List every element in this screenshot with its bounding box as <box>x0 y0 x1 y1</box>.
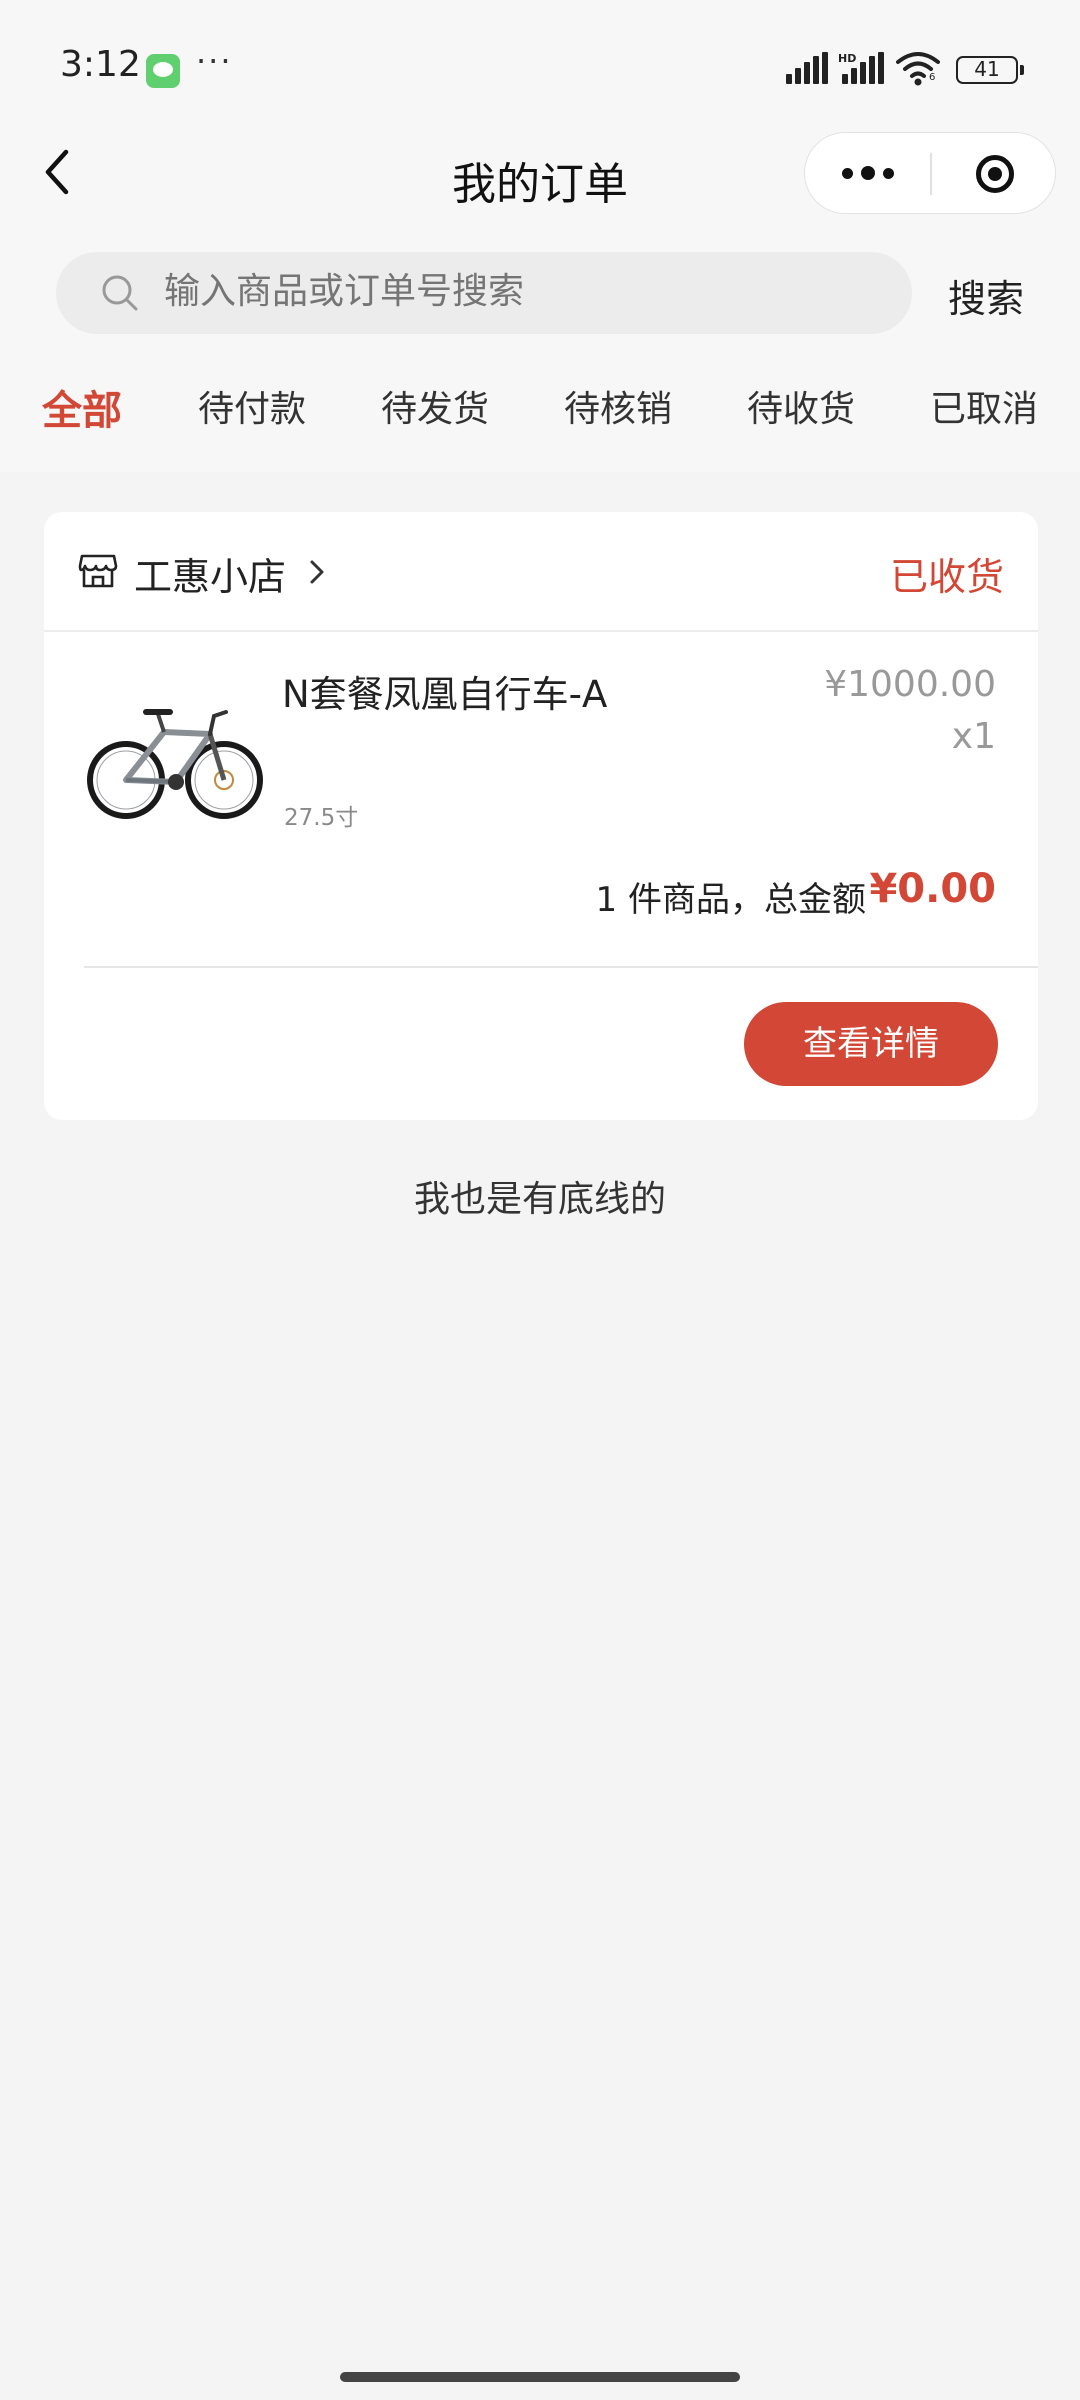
product-spec: 27.5寸 <box>284 805 359 831</box>
divider <box>44 630 1038 632</box>
close-miniprogram-button[interactable] <box>932 133 1056 213</box>
search-bar[interactable] <box>56 252 912 334</box>
tab-pending-payment[interactable]: 待付款 <box>198 380 306 432</box>
order-tabs: 全部 待付款 待发货 待核销 待收货 已取消 <box>0 380 1080 440</box>
order-status-badge: 已收货 <box>889 555 1004 599</box>
target-icon <box>976 155 1014 193</box>
tab-all[interactable]: 全部 <box>42 378 122 436</box>
status-time: 3:12 <box>60 44 141 85</box>
tab-pending-verification[interactable]: 待核销 <box>564 380 672 432</box>
view-details-button[interactable]: 查看详情 <box>744 1002 998 1086</box>
tab-cancelled[interactable]: 已取消 <box>930 380 1038 432</box>
chevron-right-icon <box>310 560 324 584</box>
tab-pending-receipt[interactable]: 待收货 <box>747 380 855 432</box>
product-name: N套餐凤凰自行车-A <box>282 673 608 716</box>
signal-hd-icon <box>842 52 888 84</box>
status-bar: 3:12 ··· HD 6 41 <box>0 0 1080 130</box>
order-summary-text: 1 件商品，总金额 <box>595 880 866 920</box>
search-icon <box>102 275 138 311</box>
shop-row[interactable]: 工惠小店 已收货 <box>44 512 1038 630</box>
more-notifications-icon: ··· <box>196 42 233 80</box>
order-card[interactable]: 工惠小店 已收货 N套餐凤凰自行车-A 27.5寸 ¥1000.00 x1 1 … <box>44 512 1038 1120</box>
signal-icon <box>786 52 832 84</box>
miniprogram-capsule <box>804 132 1056 214</box>
more-dot-icon <box>842 168 853 179</box>
tab-pending-shipment[interactable]: 待发货 <box>381 380 489 432</box>
more-button[interactable] <box>805 133 929 213</box>
more-dot-icon <box>861 166 875 180</box>
battery-icon: 41 <box>956 56 1024 84</box>
bicycle-product-image[interactable] <box>84 662 266 844</box>
product-price: ¥1000.00 <box>824 664 996 705</box>
search-input[interactable] <box>164 271 884 312</box>
list-end-text: 我也是有底线的 <box>413 1179 666 1220</box>
search-button[interactable]: 搜索 <box>948 268 1024 323</box>
wifi-subscript: 6 <box>929 72 936 83</box>
shop-icon <box>78 554 118 588</box>
more-dot-icon <box>883 168 894 179</box>
wechat-icon <box>146 54 180 88</box>
product-quantity: x1 <box>951 716 996 757</box>
divider <box>84 966 1038 968</box>
order-total: ¥0.00 <box>869 866 996 912</box>
shop-name: 工惠小店 <box>134 555 287 599</box>
home-indicator[interactable] <box>340 2372 740 2382</box>
